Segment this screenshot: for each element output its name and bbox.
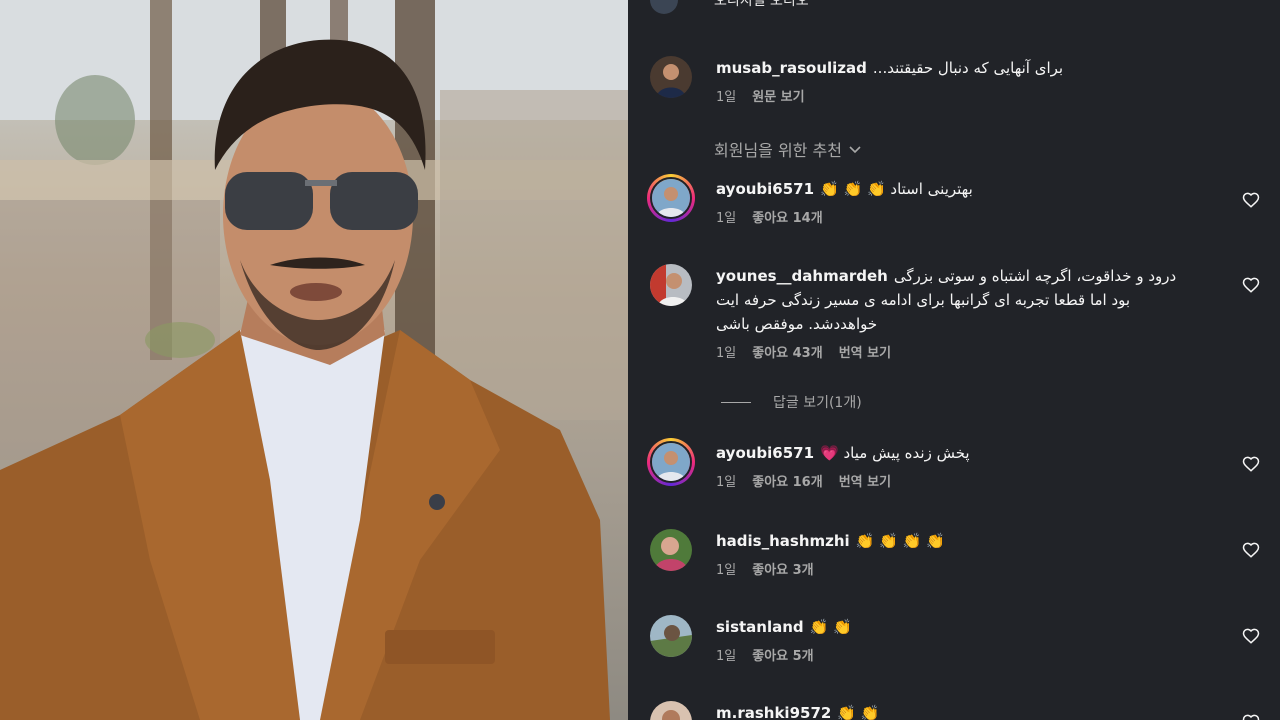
avatar[interactable] <box>650 615 692 657</box>
comment-username[interactable]: ayoubi6571 <box>716 444 814 462</box>
comment-time: 1일 <box>716 475 737 490</box>
avatar[interactable] <box>650 529 692 571</box>
translate-button[interactable]: 번역 보기 <box>839 342 891 361</box>
comment-username[interactable]: hadis_hashmzhi <box>716 532 850 550</box>
comment-time: 1일 <box>716 346 737 361</box>
comment-username[interactable]: younes__dahmardeh <box>716 267 888 285</box>
avatar[interactable] <box>650 264 692 306</box>
view-original-button[interactable]: 원문 보기 <box>752 86 804 105</box>
audio-label: 오리지널 오디오 <box>714 0 809 9</box>
view-replies-label: 답글 보기(1개) <box>773 395 862 411</box>
chevron-down-icon <box>849 146 861 154</box>
video-still <box>0 0 628 720</box>
video-frame[interactable] <box>0 0 628 720</box>
avatar[interactable] <box>650 56 692 98</box>
heart-icon[interactable] <box>1242 455 1260 473</box>
comment-time: 1일 <box>716 649 737 664</box>
avatar[interactable] <box>650 701 692 720</box>
heart-icon[interactable] <box>1242 713 1260 720</box>
comment-text: پخش زنده پیش میاد 💗 <box>820 444 970 462</box>
comment-text: برای آنهایی که دنبال حقیقتند... <box>872 59 1064 77</box>
avatar[interactable] <box>647 174 695 222</box>
likes-count[interactable]: 좋아요 14개 <box>752 207 822 226</box>
likes-count[interactable]: 좋아요 16개 <box>752 471 822 490</box>
comment-text-line: بود اما قطعا تجربه ای گرانبها برای ادامه… <box>716 291 1131 309</box>
avatar[interactable] <box>647 438 695 486</box>
comments-panel: 오리지널 오디오 musab_rasoulizad برای آنهایی که … <box>628 0 1280 720</box>
comment-text: 👏 👏 <box>809 618 852 636</box>
heart-icon[interactable] <box>1242 627 1260 645</box>
recommend-label: 회원님을 위한 추천 <box>714 141 842 160</box>
heart-icon[interactable] <box>1242 191 1260 209</box>
translate-button[interactable]: 번역 보기 <box>839 471 891 490</box>
comment-time: 1일 <box>716 90 737 105</box>
likes-count[interactable]: 좋아요 3개 <box>752 559 813 578</box>
comment-text: بهترینی استاد 👏 👏 👏 <box>820 180 973 198</box>
comment-text-line: درود و خداقوت، اگرچه اشتباه و سوتی بزرگی <box>893 267 1177 285</box>
divider <box>721 401 751 403</box>
view-replies-button[interactable]: 답글 보기(1개) <box>721 392 862 412</box>
audio-row[interactable]: 오리지널 오디오 <box>650 0 809 14</box>
comment-text: 👏 👏 <box>837 704 880 720</box>
comment-text: 👏 👏 👏 👏 <box>855 532 945 550</box>
comment-time: 1일 <box>716 563 737 578</box>
comment-username[interactable]: musab_rasoulizad <box>716 59 867 77</box>
comment-username[interactable]: m.rashki9572 <box>716 704 831 720</box>
comment-time: 1일 <box>716 211 737 226</box>
comment-text-line: خواهددشد. موفقص باشی <box>716 315 878 333</box>
heart-icon[interactable] <box>1242 541 1260 559</box>
recommendations-toggle[interactable]: 회원님을 위한 추천 <box>714 137 862 161</box>
likes-count[interactable]: 좋아요 5개 <box>752 645 813 664</box>
comment-username[interactable]: sistanland <box>716 618 804 636</box>
comment-username[interactable]: ayoubi6571 <box>716 180 814 198</box>
likes-count[interactable]: 좋아요 43개 <box>752 342 822 361</box>
heart-icon[interactable] <box>1242 276 1260 294</box>
avatar <box>650 0 678 14</box>
